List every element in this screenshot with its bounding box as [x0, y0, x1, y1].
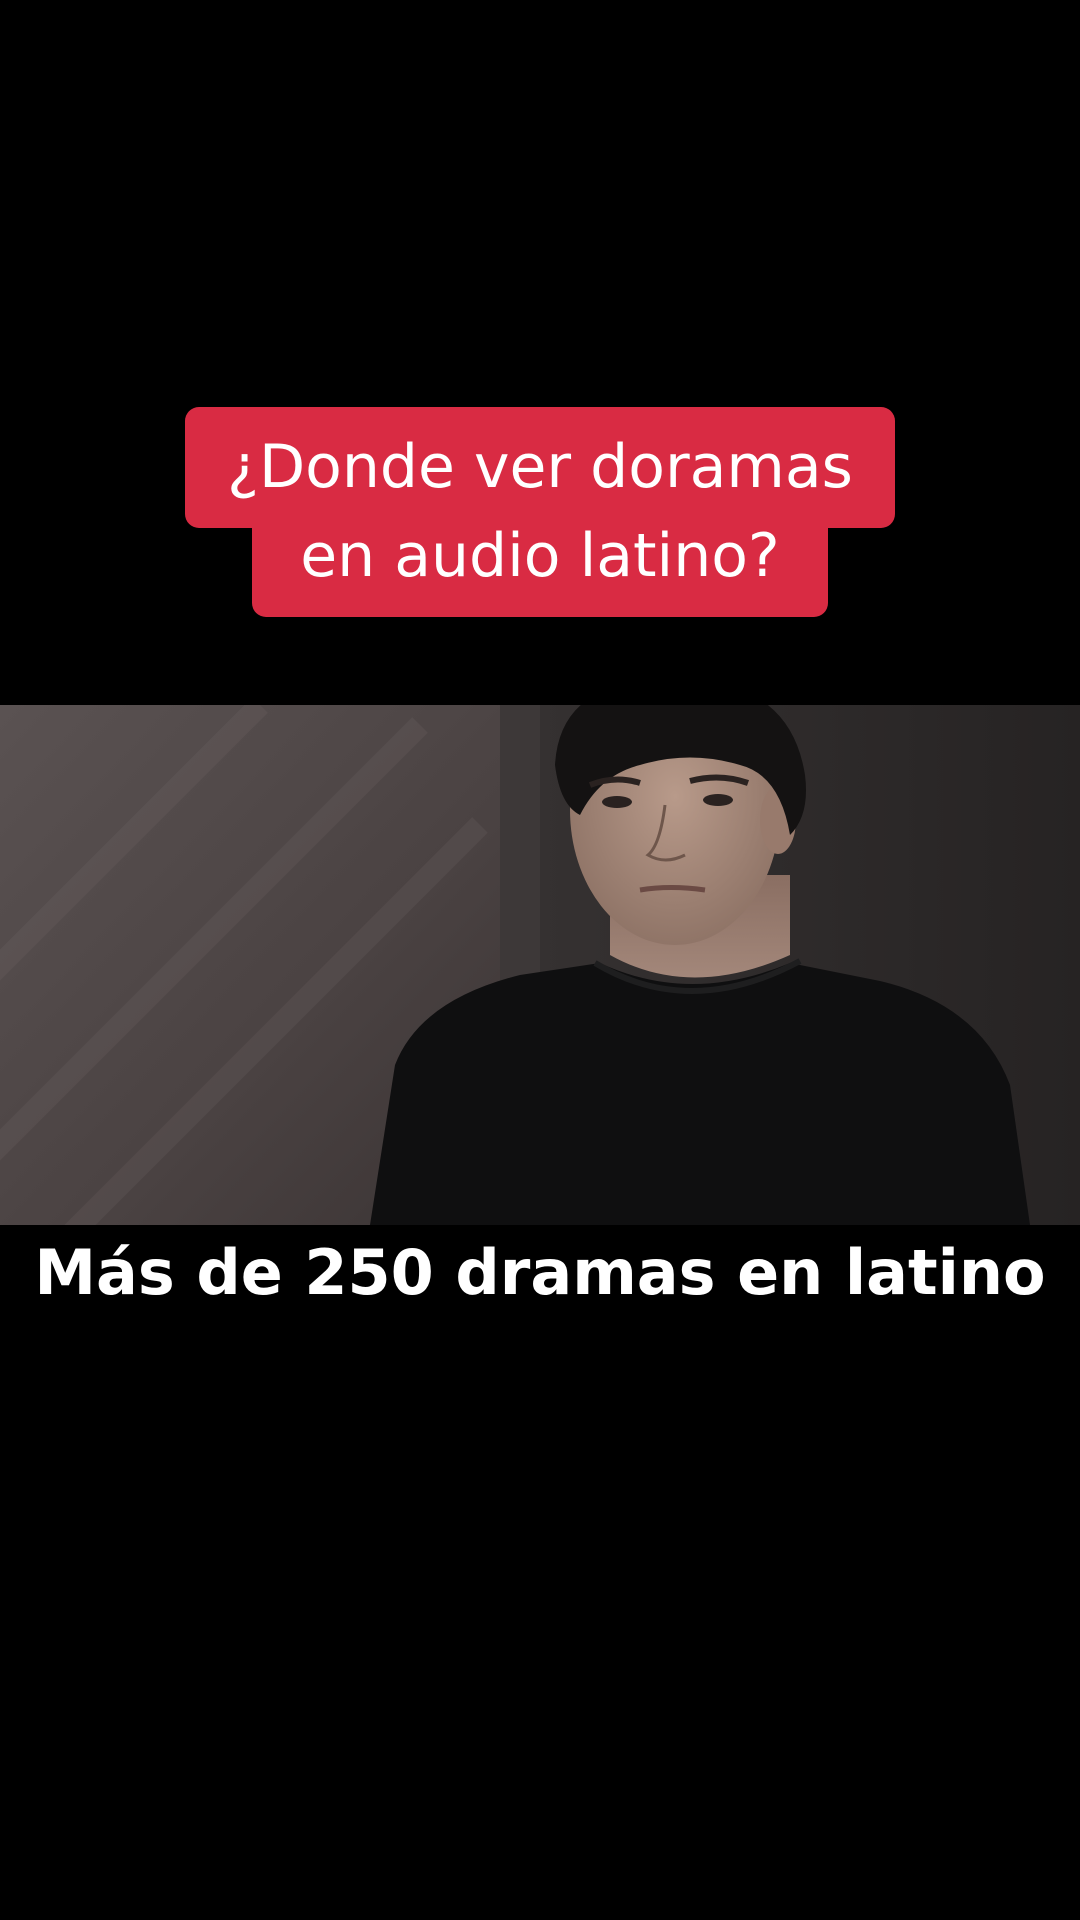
tshirt — [370, 963, 1030, 1225]
video-scene-illustration — [0, 705, 1080, 1225]
video-subtitle: Más de 250 dramas en latino — [31, 1233, 1049, 1313]
caption-line-2: en audio latino? — [300, 521, 780, 591]
video-screen[interactable]: ¿Donde ver doramas en audio latino? Más … — [0, 0, 1080, 1920]
video-frame[interactable] — [0, 705, 1080, 1225]
title-caption: ¿Donde ver doramas en audio latino? — [0, 0, 1080, 640]
caption-line-1: ¿Donde ver doramas — [227, 432, 853, 502]
